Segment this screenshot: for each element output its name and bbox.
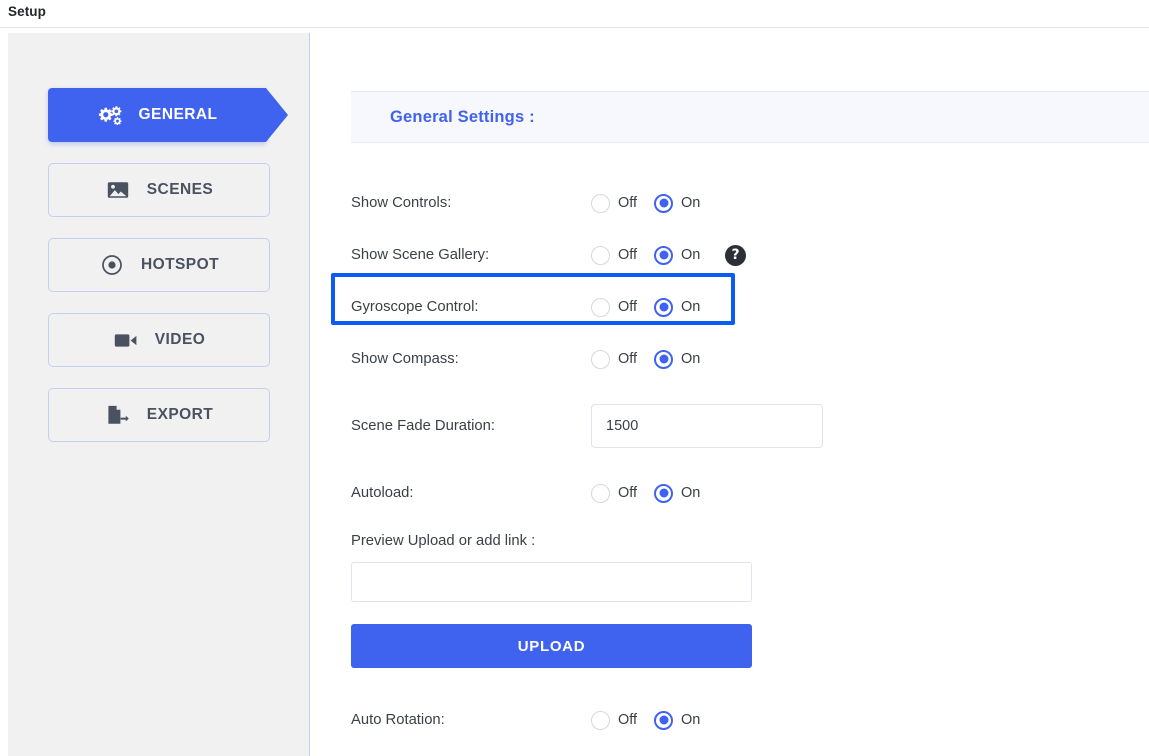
- scene-fade-duration-input[interactable]: [591, 404, 823, 448]
- radio-indicator: [591, 297, 610, 317]
- show-controls-on-radio[interactable]: On: [654, 193, 703, 213]
- top-bar: Setup: [0, 0, 1149, 28]
- sidebar-item-hotspot[interactable]: HOTSPOT: [48, 238, 270, 292]
- setting-label: Auto Rotation:: [351, 712, 445, 728]
- radio-label: On: [681, 351, 701, 367]
- gears-icon: [97, 104, 123, 126]
- show-compass-off-radio[interactable]: Off: [591, 349, 642, 369]
- settings-list: Show Controls: Off On Show Scene Gallery…: [351, 177, 1149, 746]
- radio-label: Off: [618, 485, 638, 501]
- upload-button[interactable]: UPLOAD: [351, 624, 752, 668]
- radio-label: Off: [618, 299, 638, 315]
- show-controls-radio-group: Off On: [591, 193, 703, 213]
- preview-upload-input[interactable]: [351, 562, 752, 602]
- setting-row-auto-rotation: Auto Rotation: Off On: [351, 694, 1149, 746]
- show-scene-gallery-on-radio[interactable]: On: [654, 245, 703, 265]
- radio-label: Off: [618, 195, 638, 211]
- sidebar-item-label: VIDEO: [154, 331, 206, 348]
- sidebar-item-general[interactable]: GENERAL: [48, 88, 288, 142]
- sidebar-item-label: HOTSPOT: [140, 256, 220, 273]
- general-settings-header: General Settings :: [351, 91, 1149, 143]
- setting-label: Show Controls:: [351, 195, 452, 211]
- radio-indicator: [654, 297, 673, 317]
- video-camera-icon: [113, 329, 139, 351]
- radio-label: On: [681, 712, 701, 728]
- setting-row-scene-fade-duration: Scene Fade Duration:: [351, 397, 1149, 455]
- setting-row-gyroscope-control: Gyroscope Control: Off On: [351, 281, 1149, 333]
- auto-rotation-off-radio[interactable]: Off: [591, 710, 642, 730]
- autoload-radio-group: Off On: [591, 483, 703, 503]
- sidebar-item-scenes[interactable]: SCENES: [48, 163, 270, 217]
- sidebar-item-export[interactable]: EXPORT: [48, 388, 270, 442]
- show-controls-off-radio[interactable]: Off: [591, 193, 642, 213]
- page-title: Setup: [8, 4, 47, 19]
- radio-label: Off: [618, 712, 638, 728]
- show-compass-radio-group: Off On: [591, 349, 703, 369]
- target-dot-icon: [99, 254, 125, 276]
- main-content: General Settings : Show Controls: Off On: [311, 33, 1149, 756]
- radio-label: On: [681, 485, 701, 501]
- setting-label: Scene Fade Duration:: [351, 418, 495, 434]
- radio-label: On: [681, 299, 701, 315]
- radio-label: Off: [618, 351, 638, 367]
- radio-label: On: [681, 247, 701, 263]
- setup-page: Setup GENERAL SCENES HOTSPOT VIDEO EXPOR…: [0, 0, 1149, 756]
- radio-indicator: [654, 193, 673, 213]
- sidebar-item-video[interactable]: VIDEO: [48, 313, 270, 367]
- show-compass-on-radio[interactable]: On: [654, 349, 703, 369]
- show-scene-gallery-radio-group: Off On: [591, 245, 703, 265]
- setting-label: Show Compass:: [351, 351, 459, 367]
- preview-upload-block: Preview Upload or add link : UPLOAD: [351, 533, 1149, 668]
- auto-rotation-on-radio[interactable]: On: [654, 710, 703, 730]
- gyroscope-control-radio-group: Off On: [591, 297, 703, 317]
- radio-indicator: [654, 483, 673, 503]
- radio-indicator: [591, 245, 610, 265]
- radio-label: On: [681, 195, 701, 211]
- radio-indicator: [654, 245, 673, 265]
- radio-label: Off: [618, 247, 638, 263]
- radio-indicator: [591, 710, 610, 730]
- section-title: General Settings :: [390, 107, 535, 126]
- sidebar-nav: GENERAL SCENES HOTSPOT VIDEO EXPORT: [48, 88, 288, 463]
- setting-row-show-scene-gallery: Show Scene Gallery: Off On ?: [351, 229, 1149, 281]
- radio-indicator: [654, 349, 673, 369]
- preview-upload-caption: Preview Upload or add link :: [351, 533, 536, 549]
- sidebar-item-label: EXPORT: [146, 406, 214, 423]
- setting-row-show-compass: Show Compass: Off On: [351, 333, 1149, 385]
- setting-label: Gyroscope Control:: [351, 299, 479, 315]
- radio-indicator: [591, 193, 610, 213]
- sidebar-item-label: GENERAL: [138, 106, 218, 123]
- gyroscope-control-on-radio[interactable]: On: [654, 297, 703, 317]
- radio-indicator: [591, 349, 610, 369]
- autoload-on-radio[interactable]: On: [654, 483, 703, 503]
- help-icon[interactable]: ?: [725, 244, 746, 266]
- setting-label: Show Scene Gallery:: [351, 247, 490, 263]
- radio-indicator: [591, 483, 610, 503]
- setting-label: Autoload:: [351, 485, 414, 501]
- show-scene-gallery-off-radio[interactable]: Off: [591, 245, 642, 265]
- sidebar-item-label: SCENES: [146, 181, 214, 198]
- autoload-off-radio[interactable]: Off: [591, 483, 642, 503]
- file-export-icon: [105, 404, 131, 426]
- gyroscope-control-off-radio[interactable]: Off: [591, 297, 642, 317]
- auto-rotation-radio-group: Off On: [591, 710, 703, 730]
- sidebar: GENERAL SCENES HOTSPOT VIDEO EXPORT: [8, 33, 310, 756]
- radio-indicator: [654, 710, 673, 730]
- image-icon: [105, 179, 131, 201]
- setting-row-autoload: Autoload: Off On: [351, 467, 1149, 519]
- setting-row-show-controls: Show Controls: Off On: [351, 177, 1149, 229]
